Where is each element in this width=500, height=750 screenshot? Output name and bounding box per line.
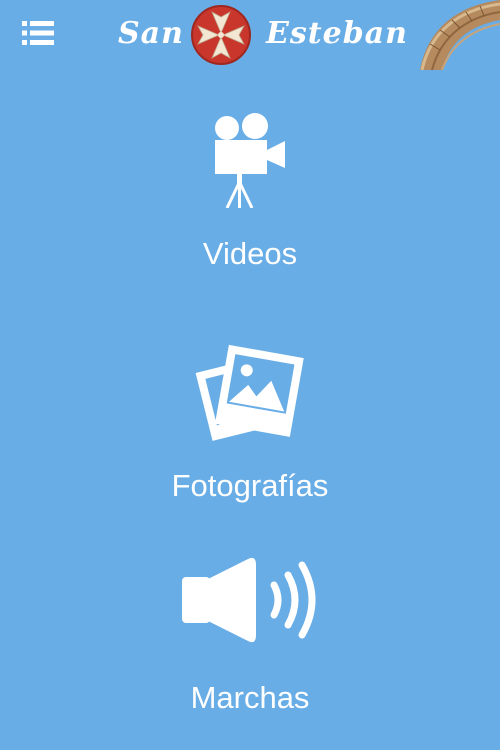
menu-item-label: Marchas	[190, 680, 310, 715]
app-header: San Esteban	[0, 0, 500, 71]
photos-icon	[195, 343, 305, 443]
brand-title-left: San	[118, 16, 184, 51]
menu-icon[interactable]	[20, 18, 56, 48]
stone-arch-image	[410, 0, 500, 71]
movie-camera-icon	[205, 108, 295, 209]
menu-item-label: Fotografías	[171, 468, 329, 503]
menu-item-marchas[interactable]: Marchas	[0, 555, 500, 735]
maltese-cross-emblem-icon	[190, 4, 252, 66]
menu-item-videos[interactable]: Videos	[0, 100, 500, 280]
brand-title-right: Esteban	[266, 16, 408, 51]
brand-logo: San Esteban	[118, 4, 407, 66]
speaker-volume-icon	[178, 555, 323, 645]
menu-item-label: Videos	[202, 236, 298, 271]
menu-item-fotografias[interactable]: Fotografías	[0, 335, 500, 515]
app-screen: San Esteban Videos Fotografías Marchas	[0, 0, 500, 750]
